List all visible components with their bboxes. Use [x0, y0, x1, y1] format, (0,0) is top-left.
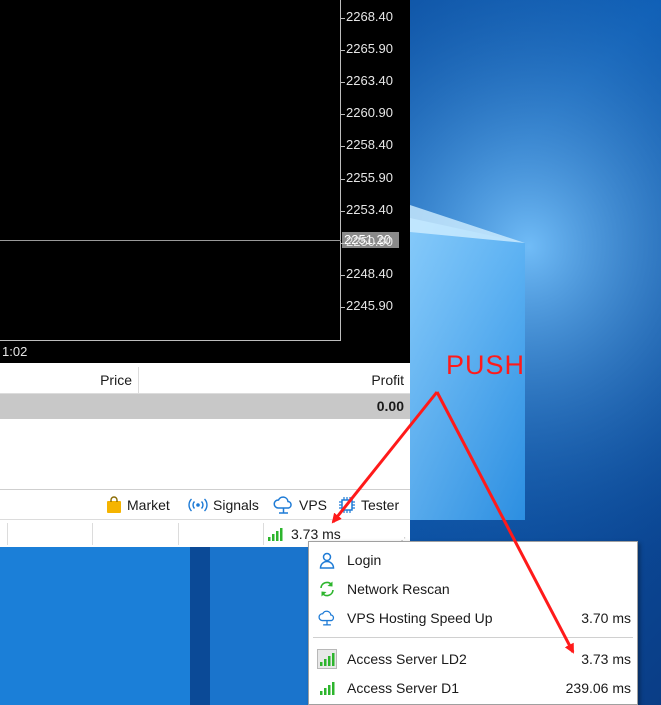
annotation-arrows [331, 391, 575, 654]
arrow-to-ld2-ping [435, 391, 575, 654]
arrow-to-status-ping [331, 391, 439, 524]
